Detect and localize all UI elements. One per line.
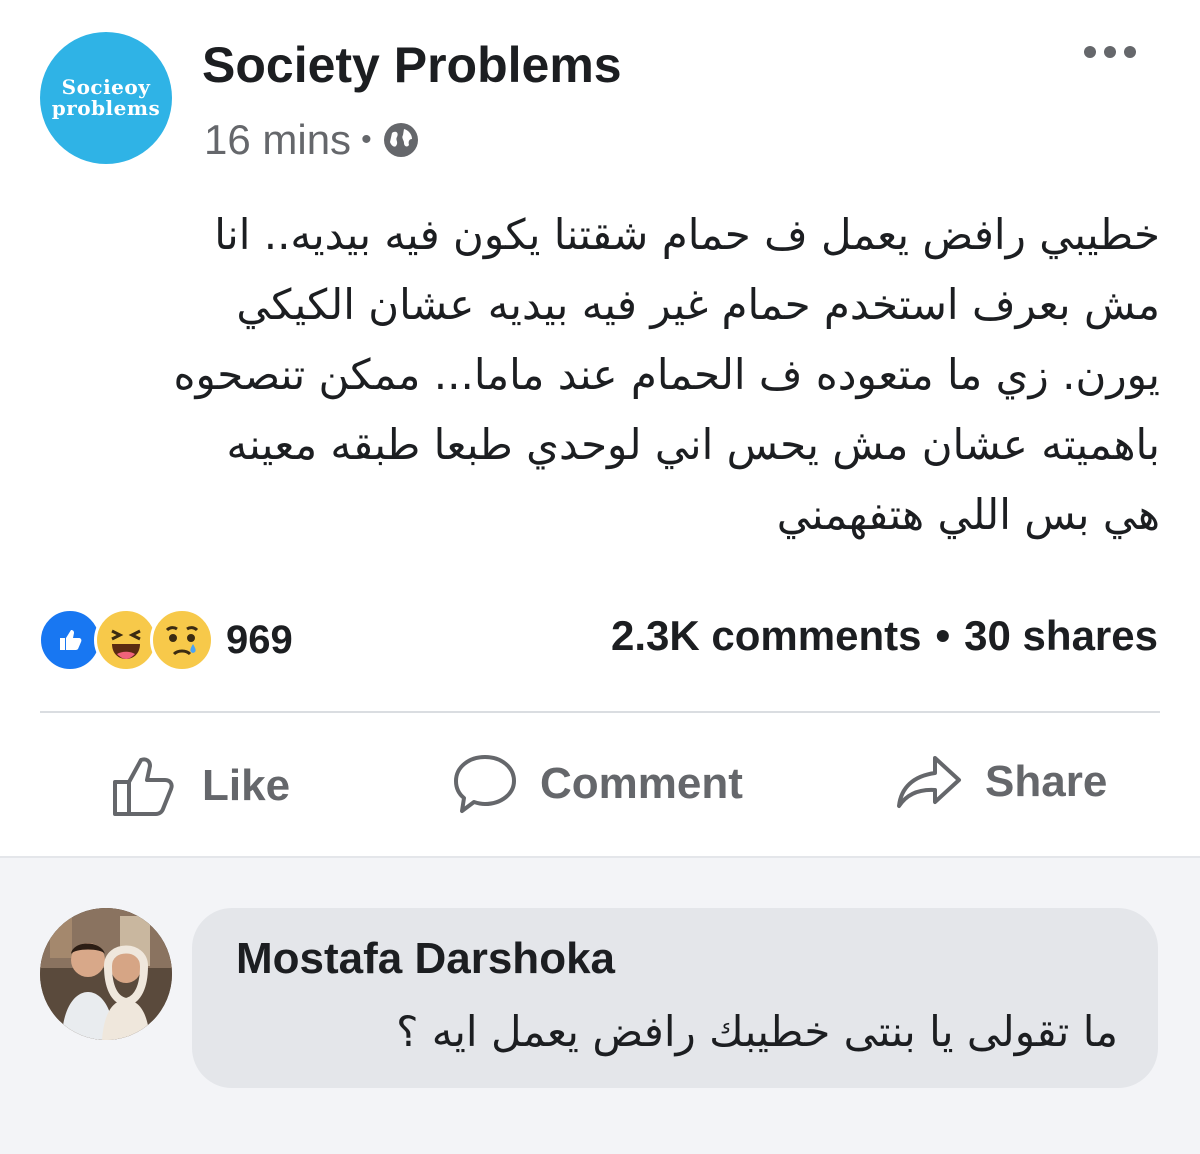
stats-separator: • — [935, 612, 951, 659]
shares-count-link[interactable]: 30 shares — [964, 612, 1158, 660]
page-name-link[interactable]: Society Problems — [202, 36, 622, 94]
post-text-line: هي بس اللي هتفهمني — [776, 490, 1160, 539]
post-meta: 16 mins • — [204, 116, 420, 164]
meta-separator: • — [361, 123, 372, 156]
commenter-avatar[interactable] — [40, 908, 172, 1040]
post-stats: 2.3K comments • 30 shares — [611, 612, 1158, 660]
post-text-line: مش بعرف استخدم حمام غير فيه بيديه عشان ا… — [236, 280, 1160, 329]
divider — [40, 711, 1160, 713]
sad-reaction-icon — [150, 608, 214, 672]
page-avatar-logo-line2: problems — [51, 96, 161, 120]
comment-button[interactable]: Comment — [452, 752, 743, 816]
more-dot — [1124, 46, 1136, 58]
comment-bubble-icon — [452, 752, 518, 816]
reaction-count: 969 — [226, 617, 293, 662]
like-reaction-icon — [38, 608, 102, 672]
commenter-name-link[interactable]: Mostafa Darshoka — [236, 934, 615, 984]
comment-label: Comment — [540, 759, 743, 808]
more-dot — [1104, 46, 1116, 58]
page-avatar[interactable]: Socieoy problems — [40, 32, 172, 164]
thumbs-up-icon — [110, 752, 180, 820]
reactions-summary[interactable]: 969 — [38, 608, 293, 672]
globe-icon — [382, 121, 420, 159]
comment-text: ما تقولى يا بنتى خطيبك رافض يعمل ايه ؟ — [396, 1007, 1118, 1056]
post-text-line: باهميته عشان مش يحس اني لوحدي طبعا طبقه … — [226, 420, 1160, 469]
page-avatar-logo-line1: Socieoy — [61, 75, 151, 99]
share-arrow-icon — [895, 752, 963, 812]
share-label: Share — [985, 757, 1108, 806]
like-label: Like — [202, 761, 291, 810]
post-text-line: خطيبي رافض يعمل ف حمام شقتنا يكون فيه بي… — [214, 210, 1160, 259]
more-options-icon[interactable] — [1084, 46, 1136, 58]
more-dot — [1084, 46, 1096, 58]
post-timestamp[interactable]: 16 mins — [204, 116, 351, 164]
post-text-line: يورن. زي ما متعوده ف الحمام عند ماما... … — [173, 350, 1160, 399]
post-text: خطيبي رافض يعمل ف حمام شقتنا يكون فيه بي… — [40, 200, 1160, 550]
haha-reaction-icon — [94, 608, 158, 672]
comments-count-link[interactable]: 2.3K comments — [611, 612, 921, 660]
share-button[interactable]: Share — [895, 752, 1107, 812]
like-button[interactable]: Like — [110, 752, 290, 820]
